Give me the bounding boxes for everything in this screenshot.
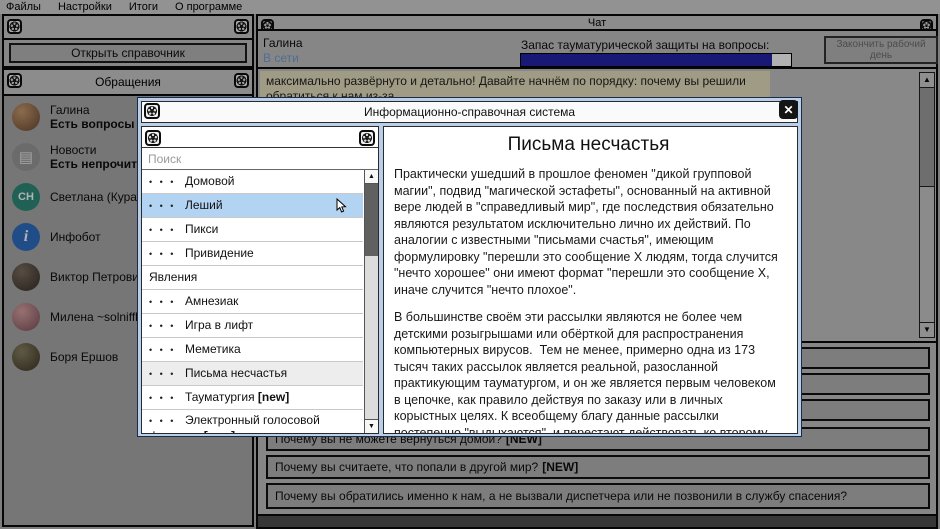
modal-titlebar[interactable]: Информационно-справочная система ✕ (141, 101, 798, 123)
modal-title: Информационно-справочная система (364, 105, 575, 119)
bullet-marks: • • • (149, 297, 181, 307)
bullet-marks: • • • (149, 393, 181, 403)
bullet-marks: • • • (149, 345, 181, 355)
topic-label: Домовой (185, 174, 234, 188)
topic-item[interactable]: • • • Меметика (142, 338, 363, 362)
topic-label: Привидение (185, 246, 254, 260)
gear-icon (359, 130, 375, 146)
topic-item[interactable]: • • • Игра в лифт (142, 314, 363, 338)
topics-scrollbar[interactable]: ▲ ▼ (364, 170, 378, 433)
gear-icon (144, 103, 160, 119)
topic-label: Амнезиак (185, 294, 238, 308)
bullet-marks: • • • (149, 249, 181, 259)
topic-item[interactable]: • • • Леший (142, 194, 363, 218)
topic-item[interactable]: • • • Тауматургия [new] (142, 386, 363, 410)
scroll-up-icon[interactable]: ▲ (365, 170, 378, 184)
bullet-marks: • • • (149, 177, 181, 187)
topic-label: Тауматургия (185, 390, 255, 404)
topic-label: Леший (185, 198, 223, 212)
new-badge: [new] (255, 390, 290, 404)
topics-list: • • • Домовой• • • Леший• • • Пикси• • •… (142, 170, 378, 433)
bullet-marks: • • • (149, 369, 181, 379)
topic-item[interactable]: • • • Электронный голосовой феномен [new… (142, 410, 363, 433)
topic-item[interactable]: • • • Домовой (142, 170, 363, 194)
topic-category[interactable]: Явления (142, 266, 363, 290)
reference-system-modal: Информационно-справочная система ✕ • • •… (137, 97, 802, 437)
topic-label: Явления (149, 270, 197, 284)
scroll-down-icon[interactable]: ▼ (365, 419, 378, 433)
article-paragraph: В большинстве своём эти рассылки являютс… (394, 309, 783, 434)
scrollbar-thumb[interactable] (365, 184, 378, 256)
article-title: Письма несчастья (394, 134, 783, 156)
bullet-marks: • • • (149, 321, 181, 331)
topic-item[interactable]: • • • Пикси (142, 218, 363, 242)
topic-label: Игра в лифт (185, 318, 253, 332)
article-panel: Письма несчастья Практически ушедший в п… (383, 126, 798, 434)
app-window: ФайлыНастройкиИтогиО программе Открыть с… (0, 0, 940, 529)
topic-label: Письма несчастья (185, 366, 287, 380)
topics-panel: • • • Домовой• • • Леший• • • Пикси• • •… (141, 126, 379, 434)
topic-item[interactable]: • • • Амнезиак (142, 290, 363, 314)
close-icon[interactable]: ✕ (779, 100, 798, 119)
topic-item[interactable]: • • • Письма несчастья (142, 362, 363, 386)
topics-panel-bar (142, 127, 378, 148)
new-badge: [new] (200, 429, 235, 433)
gear-icon (145, 130, 161, 146)
topic-label: Пикси (185, 222, 218, 236)
topic-label: Меметика (185, 342, 241, 356)
search-input[interactable] (142, 148, 378, 170)
bullet-marks: • • • (149, 201, 181, 211)
bullet-marks: • • • (149, 225, 181, 235)
topic-item[interactable]: • • • Привидение (142, 242, 363, 266)
bullet-marks: • • • (149, 416, 181, 426)
mouse-cursor-icon (336, 198, 347, 218)
article-paragraph: Практически ушедший в прошлое феномен "д… (394, 166, 783, 298)
